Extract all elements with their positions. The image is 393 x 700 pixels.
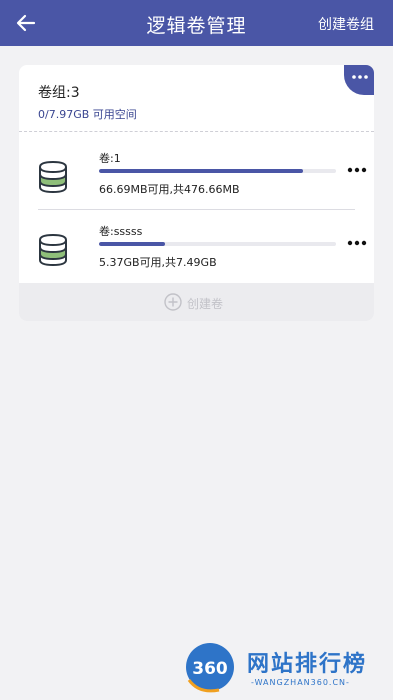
create-volume-label: 创建卷 [187,297,224,311]
volume-usage-bar [99,169,336,173]
volume-size: 66.69MB可用,共476.66MB [99,183,240,196]
group-more-button[interactable] [344,65,374,95]
watermark-subtitle: -WANGZHAN360.CN- [251,678,350,687]
volume-size: 5.37GB可用,共7.49GB [99,256,217,269]
volume-row[interactable]: 卷:1 66.69MB可用,共476.66MB [38,150,367,202]
volume-more-icon[interactable] [347,237,367,249]
volume-usage-fill [99,169,303,173]
watermark-logo: 360 网站排行榜 -WANGZHAN360.CN- [183,640,393,700]
volume-group-name: 卷组:3 [38,85,80,101]
watermark-badge-text: 360 [192,659,228,679]
app-header: 逻辑卷管理 创建卷组 [0,0,393,46]
watermark-title: 网站排行榜 [247,652,368,677]
more-dots-icon [352,75,368,79]
disk-icon [39,234,67,266]
disk-icon [39,161,67,193]
volume-group-space: 0/7.97GB 可用空间 [38,108,137,121]
volume-row[interactable]: 卷:sssss 5.37GB可用,共7.49GB [38,223,367,275]
volume-usage-fill [99,242,166,246]
volume-more-icon[interactable] [347,164,367,176]
volume-name: 卷:1 [99,152,121,165]
create-volume-button[interactable]: 创建卷 [19,283,374,321]
create-volume-group-button[interactable]: 创建卷组 [318,14,374,34]
volume-group-card: 卷组:3 0/7.97GB 可用空间 卷:1 66.69MB可用,共476.66… [19,65,374,321]
volume-name: 卷:sssss [99,225,143,238]
watermark-badge-icon: 360 [186,643,234,693]
volume-usage-bar [99,242,336,246]
dashed-divider [19,131,374,132]
plus-circle-icon [164,293,182,311]
row-divider [38,209,355,210]
